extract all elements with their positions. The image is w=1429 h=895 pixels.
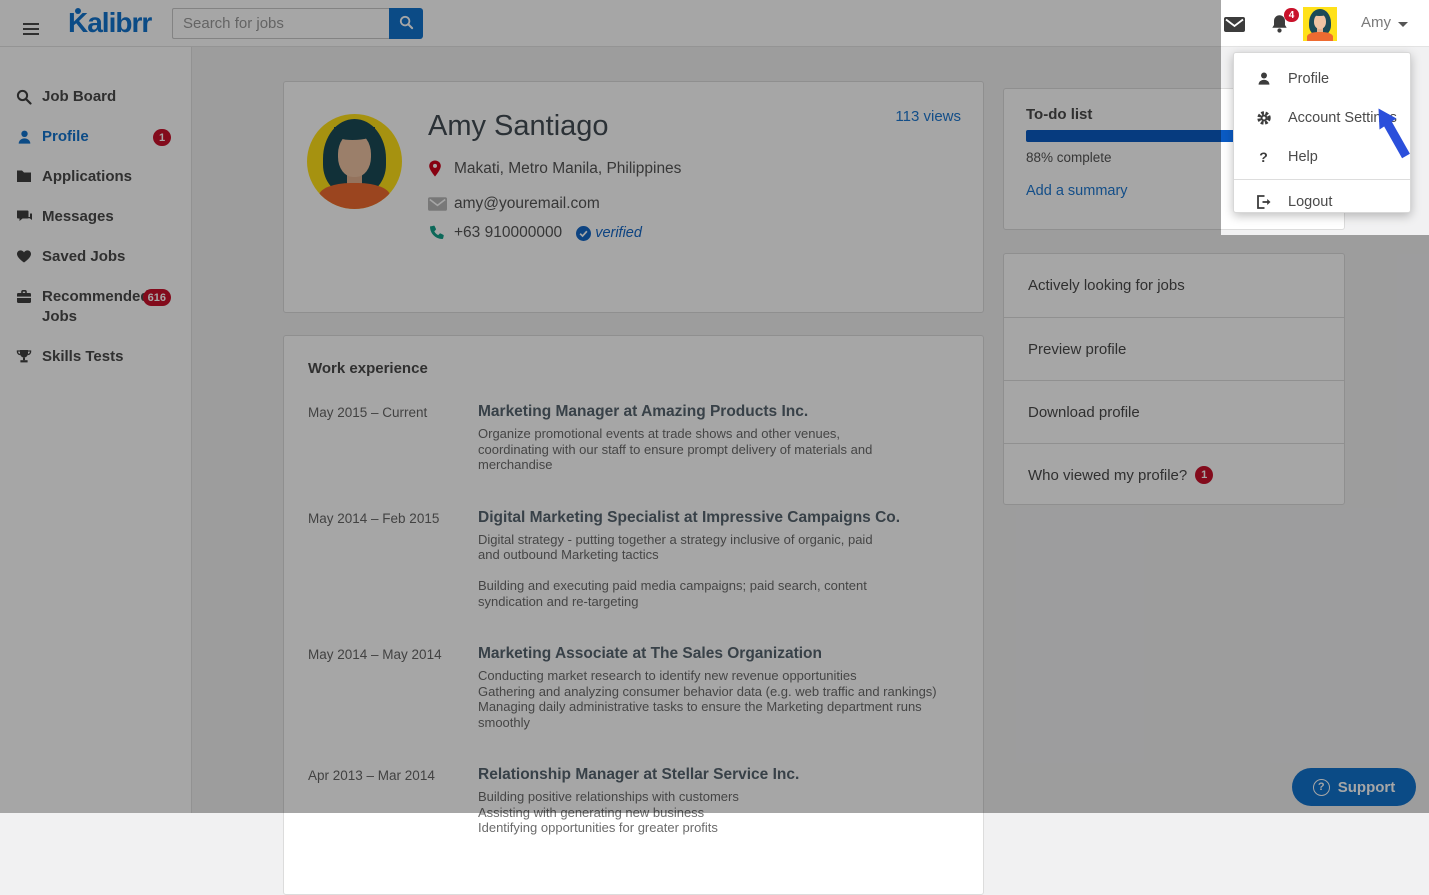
user-dropdown-menu: Profile Account Settings ? Help Logout [1233, 52, 1411, 213]
question-icon: ? [1255, 149, 1272, 165]
dim-overlay-bottom-right [1221, 235, 1429, 813]
gear-icon [1255, 110, 1272, 126]
user-menu-toggle[interactable]: Amy [1361, 14, 1408, 31]
logout-icon [1255, 195, 1272, 209]
mail-icon[interactable] [1224, 17, 1245, 37]
chevron-down-icon [1398, 22, 1408, 27]
menu-item-help[interactable]: ? Help [1234, 137, 1410, 176]
dim-overlay-left [0, 0, 1221, 813]
user-name: Amy [1361, 14, 1391, 31]
menu-item-profile[interactable]: Profile [1234, 59, 1410, 98]
user-icon [1255, 71, 1272, 86]
notification-count-badge: 4 [1284, 8, 1299, 22]
user-avatar[interactable] [1303, 7, 1337, 41]
menu-item-logout[interactable]: Logout [1234, 182, 1410, 221]
menu-item-account-settings[interactable]: Account Settings [1234, 98, 1410, 137]
menu-divider [1234, 179, 1410, 180]
